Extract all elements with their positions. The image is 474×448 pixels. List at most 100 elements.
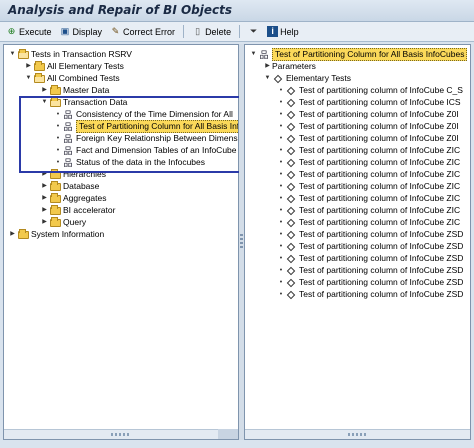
tree-node-bi-accelerator[interactable]: ▶ BI accelerator (40, 204, 116, 216)
tree-node-label: Test of partitioning column of InfoCube … (299, 109, 459, 119)
elementary-test-item[interactable]: • Test of partitioning column of InfoCube… (277, 205, 460, 216)
test-detail-pane[interactable]: ▼ 品 Test of Partitioning Column for All … (244, 44, 471, 440)
display-button[interactable]: ▣ Display (60, 26, 103, 37)
expand-arrow-icon[interactable]: ▶ (40, 193, 49, 204)
tree-node-label: Test of partitioning column of InfoCube … (299, 97, 461, 107)
expand-arrow-icon[interactable]: ▶ (263, 61, 272, 72)
elementary-test-item[interactable]: • Test of partitioning column of InfoCube… (277, 121, 459, 132)
tree-node-parameters[interactable]: ▶ Parameters (263, 61, 316, 72)
tree-node-partitioning-column[interactable]: • 品 Test of Partitioning Column for All … (54, 120, 238, 133)
tree-node-label: Test of partitioning column of InfoCube … (299, 289, 464, 299)
elementary-test-item[interactable]: • Test of partitioning column of InfoCube… (277, 145, 460, 156)
folder-icon (49, 84, 61, 96)
tree-node-label: Test of partitioning column of InfoCube … (299, 253, 464, 263)
tree-node-tests-rsrv[interactable]: ▼ Tests in Transaction RSRV (8, 48, 132, 60)
tree-node-all-combined-tests[interactable]: ▼ All Combined Tests (24, 72, 120, 84)
tree-node-label-selected: Test of Partitioning Column for All Basi… (272, 48, 468, 61)
tree-node-label: Test of partitioning column of InfoCube … (299, 241, 464, 251)
tree-node-label: Test of partitioning column of InfoCube … (299, 205, 461, 215)
tree-node-all-elementary-tests[interactable]: ▶ All Elementary Tests (24, 60, 124, 72)
diamond-icon (285, 278, 297, 288)
execute-button[interactable]: ⊕ Execute (6, 26, 52, 37)
tree-node-label: Test of partitioning column of InfoCube … (299, 277, 464, 287)
hierarchy-icon: 品 (63, 157, 73, 168)
navigation-tree-pane[interactable]: ▼ Tests in Transaction RSRV ▶ All Elemen… (3, 44, 239, 440)
expand-arrow-icon[interactable]: ▶ (40, 217, 49, 228)
tree-node-foreign-key[interactable]: • 品 Foreign Key Relationship Between Dim… (54, 133, 238, 144)
elementary-test-item[interactable]: • Test of partitioning column of InfoCube… (277, 265, 464, 276)
execute-icon: ⊕ (7, 26, 16, 36)
display-label: Display (72, 26, 103, 37)
tree-node-label: Test of partitioning column of InfoCube … (299, 85, 463, 95)
tree-node-label: Transaction Data (63, 97, 128, 107)
bullet-icon: • (56, 159, 60, 166)
elementary-test-item[interactable]: • Test of partitioning column of InfoCube… (277, 85, 463, 96)
tree-node-system-information[interactable]: ▶ System Information (8, 228, 104, 240)
elementary-test-item[interactable]: • Test of partitioning column of InfoCube… (277, 241, 464, 252)
expand-arrow-icon[interactable]: ▶ (40, 205, 49, 216)
bullet-icon: • (279, 207, 283, 214)
tree-node-time-dimension[interactable]: • 品 Consistency of the Time Dimension fo… (54, 109, 233, 120)
tree-node-query[interactable]: ▶ Query (40, 216, 87, 228)
expand-arrow-icon[interactable]: ▶ (40, 169, 49, 180)
collapse-arrow-icon[interactable]: ▼ (249, 49, 258, 60)
tree-node-test-root[interactable]: ▼ 品 Test of Partitioning Column for All … (249, 48, 468, 61)
help-button[interactable]: i Help (267, 26, 299, 37)
elementary-test-item[interactable]: • Test of partitioning column of InfoCube… (277, 157, 460, 168)
expand-arrow-icon[interactable]: ▶ (8, 229, 17, 240)
folder-icon (33, 60, 45, 72)
expand-arrow-icon[interactable]: ▶ (40, 181, 49, 192)
tree-node-label: Test of partitioning column of InfoCube … (299, 217, 461, 227)
tree-node-label: Aggregates (63, 193, 107, 203)
toolbar-separator (183, 25, 185, 38)
correct-error-icon: ✎ (111, 26, 120, 36)
tree-node-label: Test of partitioning column of InfoCube … (299, 169, 461, 179)
filter-button[interactable]: ⏷ (248, 26, 259, 37)
tree-node-fact-dimension[interactable]: • 品 Fact and Dimension Tables of an Info… (54, 145, 237, 156)
correct-error-button[interactable]: ✎ Correct Error (110, 26, 175, 37)
tree-node-status-data[interactable]: • 品 Status of the data in the Infocubes (54, 157, 205, 168)
bullet-icon: • (279, 123, 283, 130)
elementary-test-item[interactable]: • Test of partitioning column of InfoCube… (277, 289, 464, 300)
splitter-grip-icon[interactable] (240, 234, 243, 250)
tree-node-database[interactable]: ▶ Database (40, 180, 99, 192)
display-icon: ▣ (60, 26, 70, 36)
elementary-test-item[interactable]: • Test of partitioning column of InfoCube… (277, 169, 460, 180)
resize-grip-icon[interactable] (111, 433, 131, 436)
expand-arrow-icon[interactable]: ▶ (24, 61, 33, 72)
bullet-icon: • (279, 147, 283, 154)
elementary-test-item[interactable]: • Test of partitioning column of InfoCube… (277, 109, 459, 120)
folder-open-icon (49, 96, 61, 108)
collapse-arrow-icon[interactable]: ▼ (40, 97, 49, 108)
horizontal-scrollbar[interactable] (245, 429, 470, 439)
bullet-icon: • (279, 291, 283, 298)
bullet-icon: • (279, 267, 283, 274)
tree-node-aggregates[interactable]: ▶ Aggregates (40, 192, 107, 204)
horizontal-scrollbar[interactable] (4, 429, 238, 439)
diamond-icon (285, 254, 297, 264)
collapse-arrow-icon[interactable]: ▼ (24, 73, 33, 84)
delete-button[interactable]: ▯ Delete (192, 26, 231, 37)
elementary-test-item[interactable]: • Test of partitioning column of InfoCube… (277, 97, 461, 108)
expand-arrow-icon[interactable]: ▶ (40, 85, 49, 96)
tree-node-label: Test of partitioning column of InfoCube … (299, 133, 459, 143)
tree-node-label: Query (63, 217, 87, 227)
tree-node-label: Test of partitioning column of InfoCube … (299, 265, 464, 275)
elementary-test-item[interactable]: • Test of partitioning column of InfoCube… (277, 253, 464, 264)
elementary-test-item[interactable]: • Test of partitioning column of InfoCube… (277, 277, 464, 288)
bullet-icon: • (279, 135, 283, 142)
tree-node-label: BI accelerator (63, 205, 116, 215)
tree-node-hierarchies[interactable]: ▶ Hierarchies (40, 168, 106, 180)
resize-grip-icon[interactable] (347, 433, 368, 436)
collapse-arrow-icon[interactable]: ▼ (8, 49, 17, 60)
elementary-test-item[interactable]: • Test of partitioning column of InfoCube… (277, 193, 460, 204)
collapse-arrow-icon[interactable]: ▼ (263, 73, 272, 84)
bullet-icon: • (279, 171, 283, 178)
tree-node-transaction-data[interactable]: ▼ Transaction Data (40, 96, 128, 108)
elementary-test-item[interactable]: • Test of partitioning column of InfoCube… (277, 229, 464, 240)
elementary-test-item[interactable]: • Test of partitioning column of InfoCube… (277, 133, 459, 144)
elementary-test-item[interactable]: • Test of partitioning column of InfoCube… (277, 217, 460, 228)
elementary-test-item[interactable]: • Test of partitioning column of InfoCube… (277, 181, 460, 192)
tree-node-elementary-tests[interactable]: ▼ Elementary Tests (263, 73, 352, 84)
tree-node-master-data[interactable]: ▶ Master Data (40, 84, 109, 96)
